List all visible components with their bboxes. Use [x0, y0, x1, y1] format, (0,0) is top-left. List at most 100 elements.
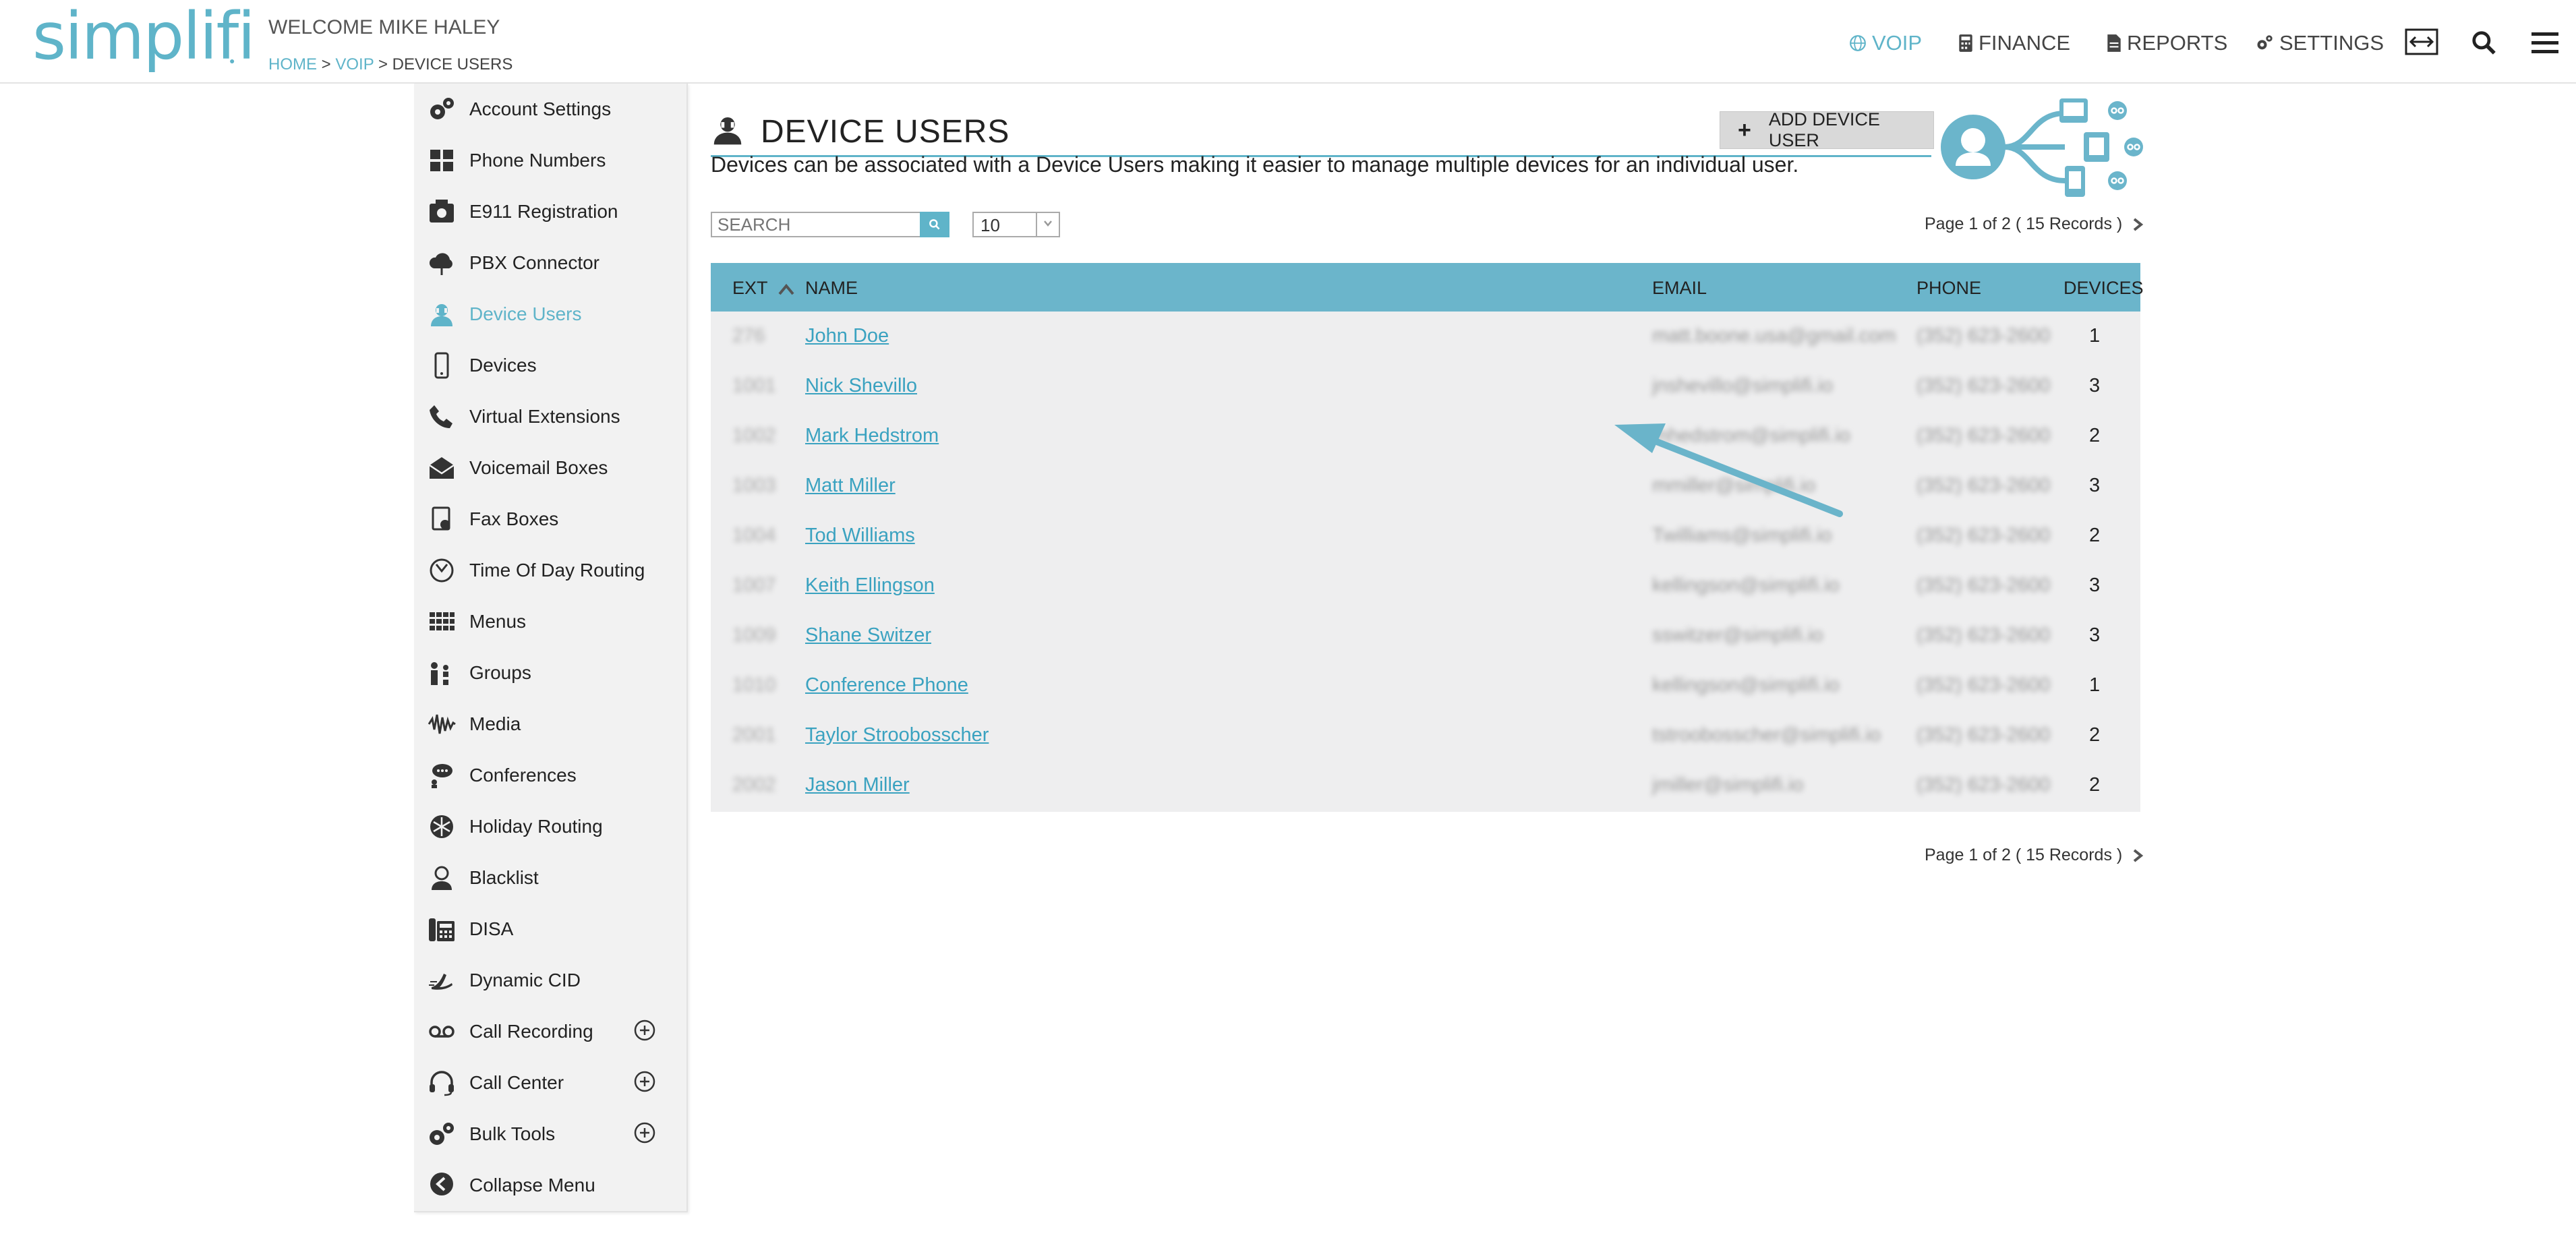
breadcrumb-home-link[interactable]: HOME [268, 55, 317, 73]
cell-phone: (352) 623-2600 [1916, 475, 2051, 496]
sidebar-item-label: Call Recording [469, 1021, 593, 1042]
column-header-ext[interactable]: EXT [732, 278, 796, 299]
table-header: EXT NAME EMAIL PHONE DEVICES [711, 263, 2144, 312]
table-row: 2002 Jason Miller jmiller@simplifi.io (3… [711, 761, 2140, 810]
sidebar-menu: Account Settings Phone Numbers E911 Regi… [414, 84, 688, 1212]
nav-voip-label: VOIP [1872, 31, 1923, 55]
breadcrumb: HOME > VOIP > DEVICE USERS [268, 55, 513, 74]
sidebar-item-label: DISA [469, 918, 514, 939]
cell-name-link[interactable]: Matt Miller [805, 475, 896, 497]
sidebar-item-fax-boxes[interactable]: Fax Boxes [414, 494, 686, 545]
sidebar-item-pbx-connector[interactable]: PBX Connector [414, 237, 686, 289]
cell-name-link[interactable]: Nick Shevillo [805, 375, 917, 397]
column-header-devices[interactable]: DEVICES [2063, 278, 2144, 299]
nav-settings[interactable]: SETTINGS [2255, 31, 2384, 55]
search-button[interactable] [2471, 30, 2502, 55]
sidebar-item-virtual-extensions[interactable]: Virtual Extensions [414, 391, 686, 442]
cell-devices: 1 [2089, 674, 2101, 696]
next-page-icon[interactable] [2130, 216, 2145, 233]
expand-plus-icon[interactable] [634, 1122, 655, 1144]
sidebar-item-label: Virtual Extensions [469, 406, 620, 427]
expand-plus-icon[interactable] [634, 1071, 655, 1092]
cell-name-link[interactable]: Mark Hedstrom [805, 425, 939, 447]
cell-name-link[interactable]: Jason Miller [805, 774, 910, 796]
sidebar-item-device-users[interactable]: Device Users [414, 289, 686, 340]
gears-icon [430, 98, 454, 119]
cell-name-link[interactable]: Taylor Stroobosscher [805, 724, 989, 746]
clock-icon [430, 558, 454, 583]
sidebar-item-voicemail-boxes[interactable]: Voicemail Boxes [414, 442, 686, 494]
device-user-icon [431, 304, 452, 326]
cell-name-link[interactable]: Keith Ellingson [805, 574, 935, 597]
conference-icon [432, 764, 452, 788]
cell-devices: 3 [2089, 624, 2101, 646]
nav-settings-label: SETTINGS [2279, 31, 2384, 55]
nav-finance[interactable]: FINANCE [1958, 31, 2070, 55]
cell-name-link[interactable]: Conference Phone [805, 674, 968, 697]
emergency-phone-icon [430, 200, 454, 223]
sidebar-item-label: Media [469, 713, 521, 734]
page-description: Devices can be associated with a Device … [711, 152, 1799, 177]
search-icon [929, 219, 940, 230]
plus-icon: + [1738, 117, 1751, 143]
sidebar-item-bulk-tools[interactable]: Bulk Tools [414, 1108, 686, 1160]
sort-ascending-icon [778, 283, 794, 295]
sidebar-item-media[interactable]: Media [414, 699, 686, 750]
search-submit-button[interactable] [920, 212, 949, 237]
nav-voip[interactable]: VOIP [1849, 31, 1922, 55]
table-row: 1010 Conference Phone kellingson@simplif… [711, 661, 2140, 711]
search-input[interactable] [711, 212, 925, 237]
expand-plus-icon[interactable] [634, 1019, 655, 1041]
cell-devices: 1 [2089, 325, 2101, 347]
cell-phone: (352) 623-2600 [1916, 624, 2051, 646]
cell-phone: (352) 623-2600 [1916, 574, 2051, 596]
sidebar-item-conferences[interactable]: Conferences [414, 750, 686, 801]
sidebar-item-blacklist[interactable]: Blacklist [414, 852, 686, 904]
cell-name-link[interactable]: Shane Switzer [805, 624, 931, 647]
expand-width-button[interactable] [2405, 28, 2444, 55]
cell-name-link[interactable]: John Doe [805, 325, 889, 347]
sidebar-item-collapse-menu[interactable]: Collapse Menu [414, 1160, 686, 1211]
sidebar-item-label: Voicemail Boxes [469, 457, 608, 478]
sidebar-item-menus[interactable]: Menus [414, 596, 686, 647]
column-header-email[interactable]: EMAIL [1652, 278, 1707, 299]
cell-devices: 2 [2089, 724, 2101, 746]
breadcrumb-voip-link[interactable]: VOIP [335, 55, 374, 73]
table-row: 1004 Tod Williams Twilliams@simplifi.io … [711, 511, 2140, 561]
sidebar-item-devices[interactable]: Devices [414, 340, 686, 391]
gears-icon [2257, 35, 2273, 50]
column-header-name[interactable]: NAME [805, 278, 858, 299]
sidebar-item-groups[interactable]: Groups [414, 647, 686, 699]
sidebar-item-dynamic-cid[interactable]: Dynamic CID [414, 955, 686, 1006]
sidebar-item-label: Call Center [469, 1072, 564, 1093]
breadcrumb-current: DEVICE USERS [392, 55, 513, 73]
sidebar-item-holiday-routing[interactable]: Holiday Routing [414, 801, 686, 852]
hamburger-menu-icon [2531, 32, 2558, 53]
add-device-user-button[interactable]: + ADD DEVICE USER [1720, 109, 1934, 150]
nav-reports[interactable]: REPORTS [2107, 31, 2227, 55]
page-title: DEVICE USERS [761, 114, 1010, 150]
sidebar-item-call-center[interactable]: Call Center [414, 1057, 686, 1108]
cell-ext: 276 [732, 325, 765, 347]
sidebar-item-label: Collapse Menu [469, 1175, 595, 1195]
nav-reports-label: REPORTS [2127, 31, 2228, 55]
sidebar-item-time-of-day-routing[interactable]: Time Of Day Routing [414, 545, 686, 596]
cell-ext: 1009 [732, 624, 776, 646]
search-icon [2472, 31, 2496, 55]
sidebar-item-e911-registration[interactable]: E911 Registration [414, 186, 686, 237]
next-page-icon[interactable] [2130, 848, 2145, 864]
table-row: 2001 Taylor Stroobosscher tstroobosscher… [711, 711, 2140, 761]
page-size-dropdown-toggle[interactable] [1036, 212, 1060, 237]
sidebar-item-label: Time Of Day Routing [469, 560, 645, 581]
simplifi-logo[interactable]: simplifi [32, 4, 256, 69]
sidebar-item-phone-numbers[interactable]: Phone Numbers [414, 135, 686, 186]
column-header-phone[interactable]: PHONE [1916, 278, 1981, 299]
sidebar-item-call-recording[interactable]: Call Recording [414, 1006, 686, 1057]
sidebar-item-disa[interactable]: DISA [414, 904, 686, 955]
cloud-connector-icon [429, 253, 452, 275]
sidebar-item-account-settings[interactable]: Account Settings [414, 84, 686, 135]
hamburger-menu-button[interactable] [2530, 30, 2565, 57]
cell-name-link[interactable]: Tod Williams [805, 525, 915, 547]
table-row: 276 John Doe matt.boone.usa@gmail.com (3… [711, 312, 2140, 361]
page-header: DEVICE USERS + ADD DEVICE USER [711, 97, 2127, 158]
